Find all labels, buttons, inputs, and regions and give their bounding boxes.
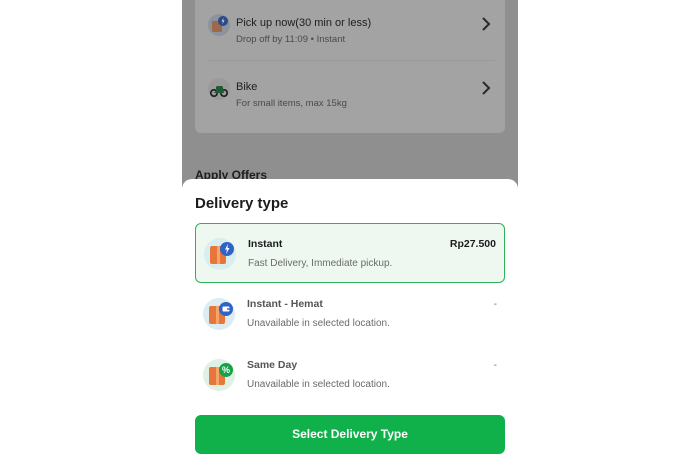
- motorbike-icon: [208, 78, 230, 100]
- delivery-option-title: Pick up now(30 min or less): [236, 17, 372, 29]
- delivery-option-pickup-now[interactable]: Pick up now(30 min or less) Drop off by …: [195, 4, 505, 60]
- option-price: Rp27.500: [449, 238, 496, 250]
- delivery-option-title: Bike: [236, 81, 258, 93]
- delivery-type-sheet: Delivery type Instant Fast Delivery, Imm…: [182, 179, 518, 466]
- chevron-right-icon: [481, 16, 491, 37]
- delivery-type-option-same-day[interactable]: % Same Day Unavailable in selected locat…: [195, 345, 505, 405]
- delivery-option-bike[interactable]: Bike For small items, max 15kg: [195, 68, 505, 124]
- option-description: Unavailable in selected location.: [247, 318, 390, 329]
- divider: [208, 60, 495, 61]
- parcel-lightning-icon: [204, 238, 236, 270]
- chevron-right-icon: [481, 80, 491, 101]
- sheet-title: Delivery type: [195, 195, 289, 212]
- option-name: Instant - Hemat: [247, 298, 323, 310]
- delivery-type-option-instant[interactable]: Instant Fast Delivery, Immediate pickup.…: [195, 223, 505, 283]
- delivery-type-option-instant-hemat[interactable]: Instant - Hemat Unavailable in selected …: [195, 284, 505, 344]
- delivery-options-card: Pick up now(30 min or less) Drop off by …: [195, 0, 505, 133]
- select-delivery-type-button[interactable]: Select Delivery Type: [195, 415, 505, 454]
- option-name: Instant: [248, 238, 283, 250]
- delivery-option-subtitle: Drop off by 11:09 • Instant: [236, 34, 346, 45]
- option-description: Unavailable in selected location.: [247, 379, 390, 390]
- option-name: Same Day: [247, 359, 298, 371]
- option-price: -: [493, 359, 498, 371]
- parcel-percent-icon: %: [203, 359, 235, 391]
- app-screen: Pick up now(30 min or less) Drop off by …: [182, 0, 518, 466]
- parcel-lightning-icon: [208, 14, 230, 36]
- option-price: -: [493, 298, 498, 310]
- parcel-wallet-icon: [203, 298, 235, 330]
- option-description: Fast Delivery, Immediate pickup.: [248, 258, 393, 269]
- delivery-option-subtitle: For small items, max 15kg: [236, 98, 347, 109]
